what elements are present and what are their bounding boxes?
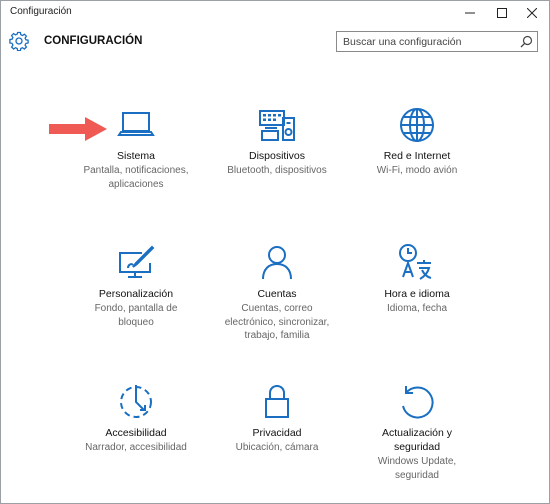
search-box[interactable] xyxy=(336,31,538,52)
search-icon[interactable] xyxy=(520,35,533,48)
tile-name: Privacidad xyxy=(252,427,302,439)
tile-accesibilidad[interactable]: Accesibilidad Narrador, accesibilidad xyxy=(71,380,201,455)
tile-name: Personalización xyxy=(98,288,174,300)
update-icon xyxy=(402,386,434,419)
tile-red-internet[interactable]: Red e Internet Wi-Fi, modo avión xyxy=(352,103,482,178)
tile-description: Fondo, pantalla de bloqueo xyxy=(94,303,178,328)
annotation-arrow-icon xyxy=(49,117,107,141)
person-icon xyxy=(262,246,292,280)
close-button[interactable] xyxy=(515,1,549,25)
tile-name: Red e Internet xyxy=(383,150,451,162)
tile-name: Accesibilidad xyxy=(105,427,167,439)
tile-personalizacion[interactable]: Personalización Fondo, pantalla de bloqu… xyxy=(71,241,201,329)
search-input[interactable] xyxy=(337,32,521,51)
maximize-icon xyxy=(497,8,507,18)
tile-name: Hora e idioma xyxy=(384,288,450,300)
tile-description: Bluetooth, dispositivos xyxy=(227,165,327,176)
tile-name: Sistema xyxy=(117,150,155,162)
maximize-button[interactable] xyxy=(485,1,519,25)
tile-description: Cuentas, correo electrónico, sincronizar… xyxy=(224,303,330,341)
globe-icon xyxy=(400,108,434,142)
tile-dispositivos[interactable]: Dispositivos Bluetooth, dispositivos xyxy=(212,103,342,178)
title-bar: Configuración xyxy=(1,1,549,25)
tile-name: Actualización y seguridad xyxy=(381,427,453,453)
window-title: Configuración xyxy=(10,6,72,17)
gear-icon xyxy=(9,31,29,51)
time-language-icon xyxy=(399,244,432,280)
settings-header: CONFIGURACIÓN xyxy=(1,25,549,65)
tile-description: Pantalla, notificaciones, aplicaciones xyxy=(83,165,189,190)
tile-privacidad[interactable]: Privacidad Ubicación, cámara xyxy=(212,380,342,455)
tile-description: Narrador, accesibilidad xyxy=(85,442,187,453)
settings-window: Configuración CONFIGURACIÓN Buscar una c… xyxy=(0,0,550,504)
ease-of-access-icon xyxy=(120,385,152,418)
personalization-icon xyxy=(119,245,155,278)
tile-description: Idioma, fecha xyxy=(386,303,448,314)
tile-cuentas[interactable]: Cuentas Cuentas, correo electrónico, sin… xyxy=(212,241,342,343)
minimize-button[interactable] xyxy=(453,1,487,25)
lock-icon xyxy=(265,384,289,418)
devices-icon xyxy=(259,110,295,141)
tile-name: Cuentas xyxy=(257,288,297,300)
laptop-icon xyxy=(117,112,155,136)
tile-description: Wi-Fi, modo avión xyxy=(376,165,458,176)
page-title: CONFIGURACIÓN xyxy=(44,35,143,47)
minimize-icon xyxy=(465,12,475,14)
close-icon xyxy=(527,8,537,18)
tile-description: Windows Update, seguridad xyxy=(377,456,457,481)
tile-name: Dispositivos xyxy=(248,150,306,162)
tile-actualizacion-seguridad[interactable]: Actualización y seguridad Windows Update… xyxy=(352,380,482,482)
tile-description: Ubicación, cámara xyxy=(235,442,319,453)
tile-hora-idioma[interactable]: Hora e idioma Idioma, fecha xyxy=(352,241,482,316)
